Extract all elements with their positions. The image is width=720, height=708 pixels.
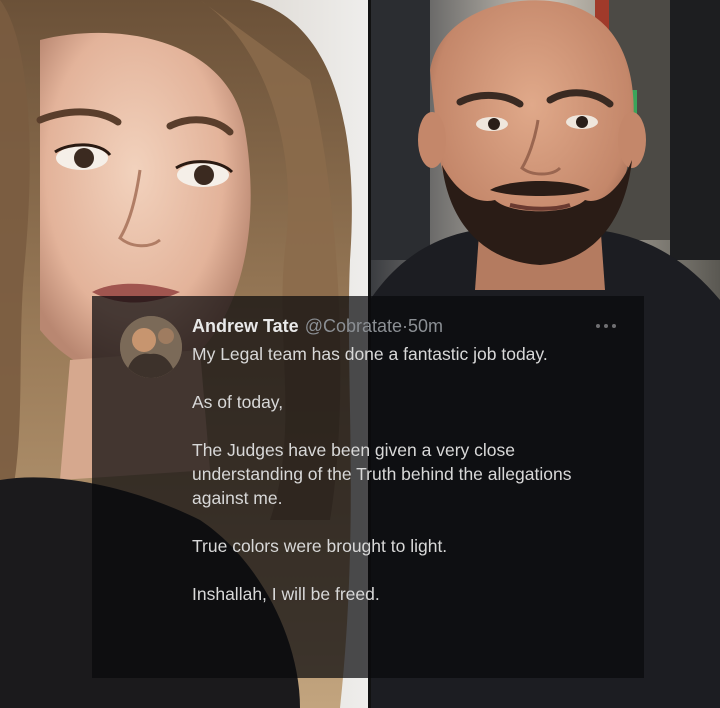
- tweet-paragraph: As of today,: [192, 392, 284, 412]
- more-horizontal-icon[interactable]: [594, 320, 618, 330]
- tweet-paragraph: The Judges have been given a very close …: [192, 440, 572, 508]
- author-handle[interactable]: @Cobratate: [305, 316, 402, 336]
- tweet-text: My Legal team has done a fantastic job t…: [192, 342, 622, 606]
- tweet-time[interactable]: 50m: [408, 316, 443, 336]
- tweet-header: Andrew Tate @Cobratate·50m: [192, 314, 443, 338]
- avatar[interactable]: [120, 316, 182, 378]
- tweet-paragraph: True colors were brought to light.: [192, 536, 448, 556]
- tweet-paragraph: Inshallah, I will be freed.: [192, 584, 380, 604]
- tweet-card: Andrew Tate @Cobratate·50m My Legal team …: [92, 296, 644, 678]
- avatar-image: [120, 316, 182, 378]
- author-name[interactable]: Andrew Tate: [192, 316, 299, 336]
- photo-collage: Andrew Tate @Cobratate·50m My Legal team …: [0, 0, 720, 708]
- tweet-paragraph: My Legal team has done a fantastic job t…: [192, 344, 548, 364]
